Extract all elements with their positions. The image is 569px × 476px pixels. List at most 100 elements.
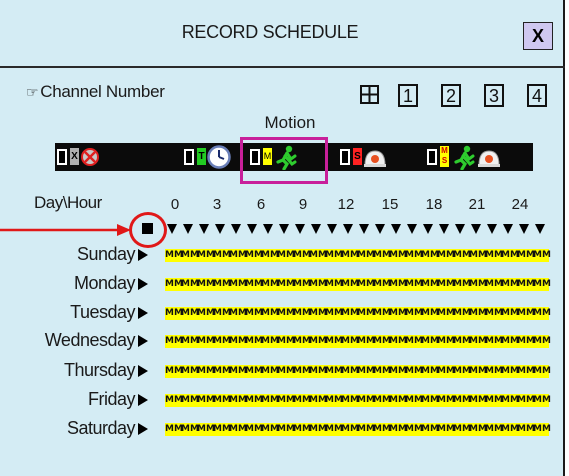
schedule-cell[interactable]: MM bbox=[517, 394, 535, 407]
schedule-cell[interactable]: MM bbox=[485, 307, 503, 320]
schedule-cell[interactable]: MM bbox=[389, 249, 407, 262]
schedule-cell[interactable]: MM bbox=[197, 307, 215, 320]
day-row-select-arrow[interactable] bbox=[138, 394, 148, 406]
schedule-cell[interactable]: MM bbox=[309, 365, 327, 378]
hour-column-marker[interactable] bbox=[295, 224, 305, 234]
hour-column-marker[interactable] bbox=[487, 224, 497, 234]
hour-column-marker[interactable] bbox=[455, 224, 465, 234]
schedule-cell[interactable]: MM bbox=[357, 307, 375, 320]
schedule-cell[interactable]: MM bbox=[293, 307, 311, 320]
schedule-cell[interactable]: MM bbox=[533, 249, 551, 262]
schedule-cell[interactable]: MM bbox=[437, 278, 455, 291]
schedule-cell[interactable]: MM bbox=[309, 307, 327, 320]
schedule-cell[interactable]: MM bbox=[309, 423, 327, 436]
schedule-cell[interactable]: MM bbox=[469, 365, 487, 378]
hour-column-marker[interactable] bbox=[391, 224, 401, 234]
schedule-cell[interactable]: MM bbox=[293, 249, 311, 262]
schedule-cell[interactable]: MM bbox=[533, 307, 551, 320]
schedule-cell[interactable]: MM bbox=[165, 423, 183, 436]
schedule-cell[interactable]: MM bbox=[453, 365, 471, 378]
schedule-cell[interactable]: MM bbox=[181, 249, 199, 262]
channel-4-button[interactable]: 4 bbox=[527, 84, 547, 107]
schedule-cell[interactable]: MM bbox=[213, 335, 231, 348]
schedule-cell[interactable]: MM bbox=[357, 249, 375, 262]
schedule-cell[interactable]: MM bbox=[341, 249, 359, 262]
schedule-cell[interactable]: MM bbox=[373, 365, 391, 378]
schedule-cell[interactable]: MM bbox=[437, 423, 455, 436]
schedule-cell[interactable]: MM bbox=[229, 423, 247, 436]
schedule-cell[interactable]: MM bbox=[389, 278, 407, 291]
schedule-cell[interactable]: MM bbox=[405, 423, 423, 436]
schedule-cell[interactable]: MM bbox=[213, 249, 231, 262]
hour-column-marker[interactable] bbox=[439, 224, 449, 234]
schedule-cell[interactable]: MM bbox=[357, 394, 375, 407]
schedule-cell[interactable]: MM bbox=[341, 365, 359, 378]
schedule-cell[interactable]: MM bbox=[277, 307, 295, 320]
schedule-cell[interactable]: MM bbox=[277, 365, 295, 378]
schedule-cell[interactable]: MM bbox=[453, 394, 471, 407]
schedule-cell[interactable]: MM bbox=[341, 335, 359, 348]
hour-column-marker[interactable] bbox=[519, 224, 529, 234]
hour-column-marker[interactable] bbox=[215, 224, 225, 234]
schedule-cell[interactable]: MM bbox=[453, 278, 471, 291]
schedule-cell[interactable]: MM bbox=[533, 394, 551, 407]
schedule-cell[interactable]: MM bbox=[421, 394, 439, 407]
schedule-cell[interactable]: MM bbox=[277, 249, 295, 262]
quad-grid-icon[interactable] bbox=[360, 85, 379, 104]
channel-2-button[interactable]: 2 bbox=[441, 84, 461, 107]
schedule-cell[interactable]: MM bbox=[197, 278, 215, 291]
schedule-cell[interactable]: MM bbox=[277, 423, 295, 436]
hour-column-marker[interactable] bbox=[199, 224, 209, 234]
schedule-cell[interactable]: MM bbox=[277, 335, 295, 348]
mode-no-record[interactable]: X bbox=[57, 143, 117, 171]
schedule-cell[interactable]: MM bbox=[309, 335, 327, 348]
day-row-select-arrow[interactable] bbox=[138, 278, 148, 290]
hour-column-marker[interactable] bbox=[279, 224, 289, 234]
schedule-cell[interactable]: MM bbox=[213, 278, 231, 291]
schedule-cell[interactable]: MM bbox=[229, 307, 247, 320]
day-row-select-arrow[interactable] bbox=[138, 365, 148, 377]
schedule-cell[interactable]: MM bbox=[405, 307, 423, 320]
hour-column-marker[interactable] bbox=[167, 224, 177, 234]
hour-column-marker[interactable] bbox=[503, 224, 513, 234]
schedule-cell[interactable]: MM bbox=[469, 423, 487, 436]
schedule-cell[interactable]: MM bbox=[229, 278, 247, 291]
schedule-cell[interactable]: MM bbox=[373, 394, 391, 407]
schedule-cell[interactable]: MM bbox=[501, 307, 519, 320]
schedule-cell[interactable]: MM bbox=[405, 278, 423, 291]
schedule-cell[interactable]: MM bbox=[389, 335, 407, 348]
schedule-cell[interactable]: MM bbox=[485, 423, 503, 436]
schedule-cell[interactable]: MM bbox=[261, 335, 279, 348]
schedule-cell[interactable]: MM bbox=[485, 335, 503, 348]
hour-column-marker[interactable] bbox=[343, 224, 353, 234]
schedule-cell[interactable]: MM bbox=[261, 249, 279, 262]
hour-column-marker[interactable] bbox=[231, 224, 241, 234]
schedule-cell[interactable]: MM bbox=[293, 335, 311, 348]
schedule-cell[interactable]: MM bbox=[245, 335, 263, 348]
schedule-cell[interactable]: MM bbox=[325, 307, 343, 320]
schedule-cell[interactable]: MM bbox=[229, 394, 247, 407]
schedule-cell[interactable]: MM bbox=[453, 423, 471, 436]
schedule-cell[interactable]: MM bbox=[245, 365, 263, 378]
schedule-cell[interactable]: MM bbox=[421, 423, 439, 436]
schedule-cell[interactable]: MM bbox=[485, 394, 503, 407]
schedule-cell[interactable]: MM bbox=[341, 278, 359, 291]
hour-column-marker[interactable] bbox=[471, 224, 481, 234]
schedule-cell[interactable]: MM bbox=[181, 394, 199, 407]
schedule-cell[interactable]: MM bbox=[261, 278, 279, 291]
schedule-cell[interactable]: MM bbox=[373, 307, 391, 320]
day-row-select-arrow[interactable] bbox=[138, 249, 148, 261]
schedule-cell[interactable]: MM bbox=[501, 423, 519, 436]
schedule-cell[interactable]: MM bbox=[277, 278, 295, 291]
schedule-cell[interactable]: MM bbox=[437, 394, 455, 407]
day-row-select-arrow[interactable] bbox=[138, 307, 148, 319]
schedule-cell[interactable]: MM bbox=[165, 249, 183, 262]
schedule-cell[interactable]: MM bbox=[229, 335, 247, 348]
schedule-cell[interactable]: MM bbox=[229, 365, 247, 378]
schedule-cell[interactable]: MM bbox=[421, 365, 439, 378]
hour-column-marker[interactable] bbox=[535, 224, 545, 234]
hour-column-marker[interactable] bbox=[375, 224, 385, 234]
hour-column-marker[interactable] bbox=[407, 224, 417, 234]
schedule-cell[interactable]: MM bbox=[389, 307, 407, 320]
schedule-cell[interactable]: MM bbox=[453, 335, 471, 348]
